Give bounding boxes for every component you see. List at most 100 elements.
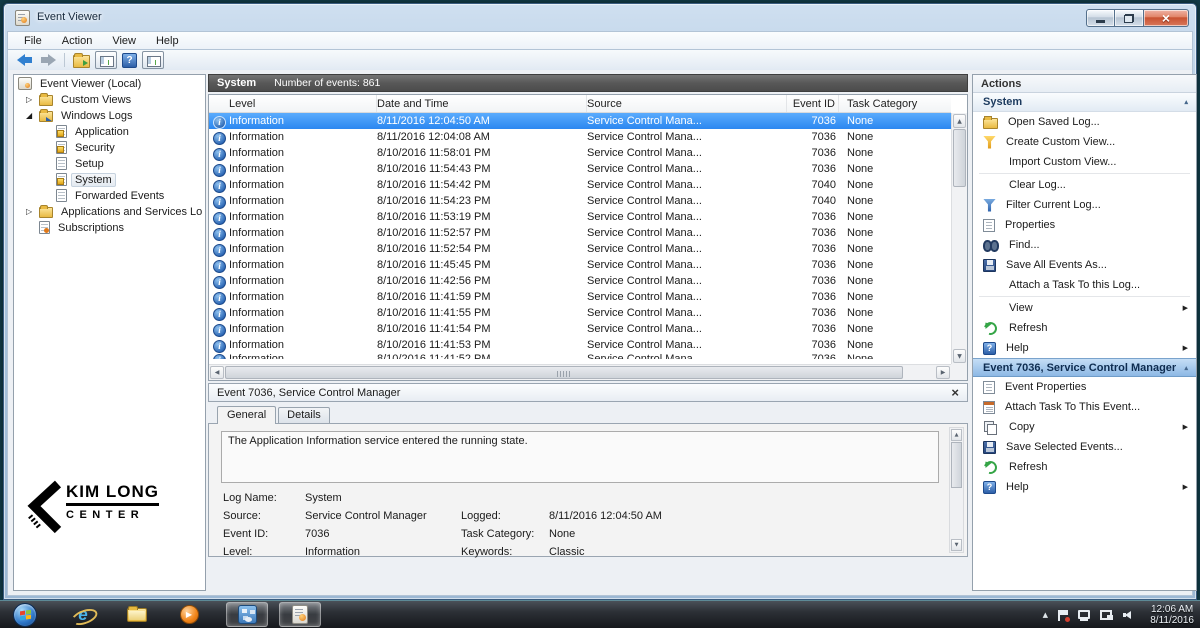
scroll-up-icon[interactable]: ▲ <box>953 114 966 128</box>
taskbar-button-start[interactable] <box>4 602 46 627</box>
tree-item-forwarded-events[interactable]: Forwarded Events <box>14 188 205 203</box>
action-refresh[interactable]: Refresh <box>973 457 1196 477</box>
taskbar-button-event-viewer[interactable] <box>279 602 321 627</box>
taskbar-button-control-panel[interactable] <box>226 602 268 627</box>
table-row[interactable]: Information8/10/2016 11:41:53 PMService … <box>209 337 951 353</box>
forward-icon[interactable] <box>39 54 56 66</box>
action-find[interactable]: Find... <box>973 235 1196 255</box>
tree-item-security[interactable]: Security <box>14 140 205 155</box>
table-row[interactable]: Information8/10/2016 11:58:01 PMService … <box>209 145 951 161</box>
table-row[interactable]: Information8/10/2016 11:41:55 PMService … <box>209 305 951 321</box>
scroll-down-icon[interactable]: ▼ <box>953 349 966 363</box>
preview-scroll-down-icon[interactable]: ▼ <box>951 539 962 551</box>
back-icon[interactable] <box>17 54 34 66</box>
action-view[interactable]: View <box>973 298 1196 318</box>
minimize-button[interactable] <box>1086 9 1115 27</box>
maximize-button[interactable] <box>1115 9 1144 27</box>
table-row[interactable]: Information8/10/2016 11:54:42 PMService … <box>209 177 951 193</box>
table-row[interactable]: Information8/10/2016 11:45:45 PMService … <box>209 257 951 273</box>
expand-icon[interactable] <box>1043 611 1048 619</box>
horizontal-scroll-thumb[interactable] <box>225 366 903 379</box>
taskbar-button-internet-explorer[interactable] <box>62 602 104 627</box>
action-help[interactable]: Help <box>973 338 1196 358</box>
actions-section-header[interactable]: Event 7036, Service Control Manager <box>973 358 1196 377</box>
action-copy[interactable]: Copy <box>973 417 1196 437</box>
vertical-scroll-thumb[interactable] <box>953 129 966 187</box>
tree-item-setup[interactable]: Setup <box>14 156 205 171</box>
action-create-custom-view[interactable]: Create Custom View... <box>973 132 1196 152</box>
column-header-event-id[interactable]: Event ID <box>787 95 839 112</box>
tree-expand-icon[interactable]: ◢ <box>26 109 39 122</box>
table-row[interactable]: Information8/10/2016 11:41:54 PMService … <box>209 321 951 337</box>
table-row[interactable]: Information8/10/2016 11:54:23 PMService … <box>209 193 951 209</box>
preview-scroll-up-icon[interactable]: ▲ <box>951 429 962 441</box>
taskbar-clock[interactable]: 12:06 AM 8/11/2016 <box>1150 604 1194 626</box>
console-tree-icon[interactable] <box>95 51 117 69</box>
vertical-scrollbar[interactable]: ▲ ▼ <box>951 113 967 364</box>
table-row[interactable]: Information8/11/2016 12:04:50 AMService … <box>209 113 951 129</box>
column-header-source[interactable]: Source <box>587 95 787 112</box>
table-row[interactable]: Information8/10/2016 11:41:52 PMService … <box>209 353 951 359</box>
column-header-date-and-time[interactable]: Date and Time <box>377 95 587 112</box>
open-saved-log-icon[interactable] <box>73 55 90 68</box>
field-label: Event ID: <box>223 528 268 540</box>
volume-icon[interactable] <box>1123 610 1136 620</box>
computer-icon[interactable] <box>1078 610 1090 619</box>
tab-general[interactable]: General <box>217 406 276 424</box>
action-import-custom-view[interactable]: Import Custom View... <box>973 152 1196 172</box>
menu-file[interactable]: File <box>16 34 50 48</box>
preview-scrollbar[interactable]: ▲ ▼ <box>949 427 964 553</box>
title-bar[interactable]: Event Viewer <box>4 4 1196 31</box>
preview-scroll-thumb[interactable] <box>951 442 962 488</box>
action-open-saved-log[interactable]: Open Saved Log... <box>973 112 1196 132</box>
close-preview-icon[interactable] <box>951 385 959 400</box>
close-button[interactable] <box>1144 9 1189 27</box>
source-cell: Service Control Mana... <box>587 307 787 319</box>
tree-item-windows-logs[interactable]: ◢Windows Logs <box>14 108 205 123</box>
table-row[interactable]: Information8/11/2016 12:04:08 AMService … <box>209 129 951 145</box>
collapse-icon[interactable] <box>1184 98 1188 106</box>
action-attach-task-to-this-event[interactable]: Attach Task To This Event... <box>973 397 1196 417</box>
column-header-level[interactable]: Level <box>212 95 377 112</box>
action-save-selected-events[interactable]: Save Selected Events... <box>973 437 1196 457</box>
action-properties[interactable]: Properties <box>973 215 1196 235</box>
action-attach-a-task-to-this-log[interactable]: Attach a Task To this Log... <box>973 275 1196 295</box>
scroll-right-icon[interactable]: ▶ <box>936 366 950 379</box>
table-row[interactable]: Information8/10/2016 11:52:57 PMService … <box>209 225 951 241</box>
table-row[interactable]: Information8/10/2016 11:42:56 PMService … <box>209 273 951 289</box>
menu-action[interactable]: Action <box>54 34 101 48</box>
table-row[interactable]: Information8/10/2016 11:53:19 PMService … <box>209 209 951 225</box>
network-icon[interactable] <box>1100 610 1113 620</box>
action-event-properties[interactable]: Event Properties <box>973 377 1196 397</box>
tree-item-applications-and-services-lo[interactable]: ▷Applications and Services Lo <box>14 204 205 219</box>
tree-expand-icon[interactable]: ▷ <box>26 205 39 218</box>
tree-item-event-viewer-local[interactable]: Event Viewer (Local) <box>14 76 205 91</box>
taskbar-button-windows-explorer[interactable] <box>116 602 158 627</box>
action-refresh[interactable]: Refresh <box>973 318 1196 338</box>
table-row[interactable]: Information8/10/2016 11:54:43 PMService … <box>209 161 951 177</box>
tree-expand-icon[interactable]: ▷ <box>26 93 39 106</box>
tree-item-application[interactable]: Application <box>14 124 205 139</box>
action-center-icon[interactable] <box>1058 610 1068 621</box>
table-row[interactable]: Information8/10/2016 11:52:54 PMService … <box>209 241 951 257</box>
action-save-all-events-as[interactable]: Save All Events As... <box>973 255 1196 275</box>
column-header-task-category[interactable]: Task Category <box>839 95 934 112</box>
action-clear-log[interactable]: Clear Log... <box>973 175 1196 195</box>
horizontal-scrollbar[interactable]: ◀ ▶ <box>209 364 951 380</box>
actions-section-header[interactable]: System <box>973 93 1196 112</box>
help-icon[interactable] <box>122 53 137 68</box>
action-help[interactable]: Help <box>973 477 1196 497</box>
menu-help[interactable]: Help <box>148 34 187 48</box>
tab-details[interactable]: Details <box>278 407 330 423</box>
scroll-left-icon[interactable]: ◀ <box>210 366 224 379</box>
action-pane-icon[interactable] <box>142 51 164 69</box>
action-filter-current-log[interactable]: Filter Current Log... <box>973 195 1196 215</box>
tree-item-custom-views[interactable]: ▷Custom Views <box>14 92 205 107</box>
event-description-box[interactable]: The Application Information service ente… <box>221 431 939 483</box>
tree-item-system[interactable]: System <box>14 172 205 187</box>
taskbar-button-media-player[interactable] <box>168 602 210 627</box>
table-row[interactable]: Information8/10/2016 11:41:59 PMService … <box>209 289 951 305</box>
collapse-icon[interactable] <box>1184 364 1188 372</box>
menu-view[interactable]: View <box>104 34 144 48</box>
tree-item-subscriptions[interactable]: Subscriptions <box>14 220 205 235</box>
